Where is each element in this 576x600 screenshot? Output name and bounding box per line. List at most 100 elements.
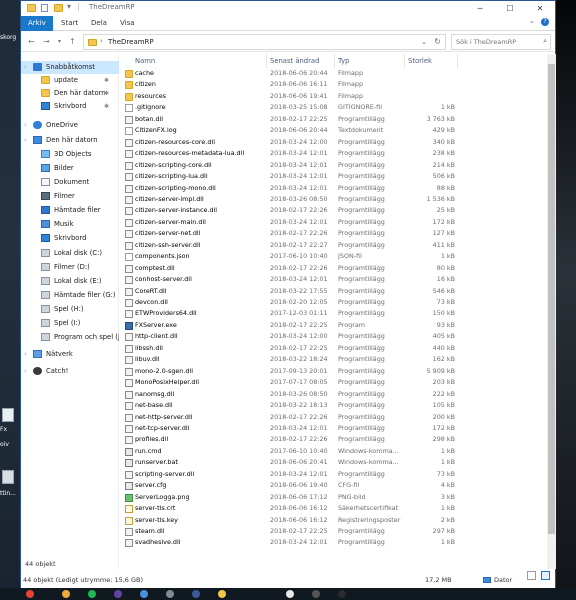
expand-chevron-icon[interactable]: › xyxy=(24,348,27,361)
table-row[interactable]: citizen-resources-core.dll 2018-03-24 12:… xyxy=(121,137,547,148)
help-icon[interactable]: ? xyxy=(541,18,549,26)
nav-item[interactable]: Lokal disk (C:) xyxy=(21,247,119,260)
chrome-icon[interactable] xyxy=(26,590,34,598)
table-row[interactable]: citizen-server-instance.dll 2018-02-17 22… xyxy=(121,205,547,216)
search-input[interactable] xyxy=(452,35,540,49)
column-header-name[interactable]: Namn xyxy=(135,57,155,65)
nav-item[interactable]: Skrivbord xyxy=(21,232,119,245)
path-box[interactable]: › TheDreamRP ⌄ ↻ xyxy=(83,34,446,50)
column-header-date[interactable]: Senast ändrad xyxy=(270,57,319,65)
table-row[interactable]: server-tls.crt 2018-06-06 16:12 Säkerhetsc… xyxy=(121,503,547,514)
column-divider[interactable] xyxy=(334,54,335,68)
table-row[interactable]: conhost-server.dll 2018-03-24 12:01 Progra… xyxy=(121,274,547,285)
app-icon[interactable] xyxy=(192,590,200,598)
nav-item[interactable]: Filmer xyxy=(21,190,119,203)
refresh-icon[interactable]: ↻ xyxy=(434,37,441,46)
nav-item[interactable]: Hämtade filer xyxy=(21,204,119,217)
nav-item[interactable]: update ✱ xyxy=(21,74,119,87)
tab-visa[interactable]: Visa xyxy=(113,16,142,31)
title-bar[interactable]: ▾ | TheDreamRP ─ ☐ ✕ xyxy=(21,1,555,16)
recent-locations-chevron-icon[interactable]: ▾ xyxy=(58,36,61,48)
quick-access-chevron-icon[interactable]: ▾ xyxy=(67,2,71,11)
table-row[interactable]: CoreRT.dll 2018-03-22 17:55 Programtillägg… xyxy=(121,286,547,297)
table-row[interactable]: ETWProviders64.dll 2017-12-03 01:11 Progra… xyxy=(121,308,547,319)
details-view-icon[interactable] xyxy=(527,571,536,580)
table-row[interactable]: server.cfg 2018-06-06 19:40 CFG-fil 4 kB xyxy=(121,480,547,491)
address-dropdown-icon[interactable]: ⌄ xyxy=(421,38,427,46)
maximize-button[interactable]: ☐ xyxy=(495,1,525,16)
table-row[interactable]: citizen-ssh-server.dll 2018-02-17 22:27 Pr… xyxy=(121,240,547,251)
app-icon[interactable] xyxy=(62,590,70,598)
close-button[interactable]: ✕ xyxy=(525,1,555,16)
up-button[interactable]: ↑ xyxy=(69,36,76,48)
table-row[interactable]: ServerLogga.png 2018-06-06 17:12 PNG-bild 3… xyxy=(121,492,547,503)
table-row[interactable]: citizen 2018-06-06 16:11 Filmapp xyxy=(121,79,547,90)
spotify-icon[interactable] xyxy=(88,590,96,598)
table-row[interactable]: citizen-scripting-lua.dll 2018-03-24 12:0… xyxy=(121,171,547,182)
app-icon[interactable] xyxy=(140,590,148,598)
nav-item[interactable]: › Snabbåtkomst xyxy=(21,61,119,74)
large-icons-view-icon[interactable] xyxy=(541,571,550,580)
expand-chevron-icon[interactable]: › xyxy=(24,365,27,378)
desktop-shortcut-icon[interactable] xyxy=(2,470,14,484)
table-row[interactable]: net-base.dll 2018-03-22 18:13 Programtillä… xyxy=(121,400,547,411)
table-row[interactable]: profiles.dll 2018-02-17 22:26 Programtillä… xyxy=(121,434,547,445)
table-row[interactable]: .gitignore 2018-03-25 15:08 GITIGNORE-fil 1… xyxy=(121,102,547,113)
app-icon[interactable] xyxy=(338,590,346,598)
nav-item[interactable]: › OneDrive xyxy=(21,119,119,132)
column-divider[interactable] xyxy=(266,54,267,68)
nav-item[interactable]: › Den här datorn xyxy=(21,134,119,147)
pin-icon[interactable]: ✱ xyxy=(104,100,109,113)
column-header-size[interactable]: Storlek xyxy=(408,57,432,65)
table-row[interactable]: CitizenFX.log 2018-06-06 20:44 Textdokumen… xyxy=(121,125,547,136)
table-row[interactable]: net-tcp-server.dll 2018-03-24 12:01 Progra… xyxy=(121,423,547,434)
table-row[interactable]: FXServer.exe 2018-02-17 22:25 Program 93 kB xyxy=(121,320,547,331)
nav-item[interactable]: Bilder xyxy=(21,162,119,175)
table-row[interactable]: devcon.dll 2018-02-20 12:05 Programtillägg… xyxy=(121,297,547,308)
table-row[interactable]: citizen-scripting-core.dll 2018-03-24 12:… xyxy=(121,160,547,171)
table-row[interactable]: MonoPosixHelper.dll 2017-07-17 08:05 Progr… xyxy=(121,377,547,388)
table-row[interactable]: citizen-scripting-mono.dll 2018-03-24 12:… xyxy=(121,183,547,194)
expand-chevron-icon[interactable]: › xyxy=(24,119,27,132)
column-header-type[interactable]: Typ xyxy=(338,57,349,65)
app-icon[interactable] xyxy=(114,590,122,598)
pin-icon[interactable]: ✱ xyxy=(104,74,109,87)
nav-item[interactable]: Musik xyxy=(21,218,119,231)
table-row[interactable]: libuv.dll 2018-03-22 18:24 Programtillägg 1… xyxy=(121,354,547,365)
tab-dela[interactable]: Dela xyxy=(84,16,114,31)
nav-item[interactable]: 3D Objects xyxy=(21,148,119,161)
minimize-button[interactable]: ─ xyxy=(465,1,495,16)
table-row[interactable]: comptest.dll 2018-02-17 22:26 Programtillä… xyxy=(121,263,547,274)
app-icon[interactable] xyxy=(166,590,174,598)
table-row[interactable]: botan.dll 2018-02-17 22:25 Programtillägg 3… xyxy=(121,114,547,125)
table-row[interactable]: run.cmd 2017-06-10 10:40 Windows-komma... 1… xyxy=(121,446,547,457)
table-row[interactable]: steam.dll 2018-02-17 22:25 Programtillägg 2… xyxy=(121,526,547,537)
scrollbar-thumb[interactable] xyxy=(548,64,555,534)
nav-item[interactable]: › Nätverk xyxy=(21,348,119,361)
search-icon[interactable]: ⌕ xyxy=(543,37,547,46)
table-row[interactable]: components.json 2017-06-10 10:40 JSON-fil 1… xyxy=(121,251,547,262)
table-row[interactable]: libssh.dll 2018-02-17 22:25 Programtillägg… xyxy=(121,343,547,354)
expand-ribbon-icon[interactable]: ⌄ xyxy=(529,17,535,25)
nav-item[interactable]: Spel (I:) xyxy=(21,317,119,330)
app-icon[interactable] xyxy=(286,590,294,598)
expand-chevron-icon[interactable]: › xyxy=(24,61,27,74)
nav-item[interactable]: Hämtade filer (G:) xyxy=(21,289,119,302)
back-button[interactable]: ← xyxy=(28,36,35,48)
nav-item[interactable]: Lokal disk (E:) xyxy=(21,275,119,288)
table-row[interactable]: citizen-server-impl.dll 2018-03-26 08:50 P… xyxy=(121,194,547,205)
nav-item[interactable]: Den här datorn ✱ xyxy=(21,87,119,100)
app-icon[interactable] xyxy=(312,590,320,598)
table-row[interactable]: nanomsg.dll 2018-03-26 08:50 Programtilläg… xyxy=(121,389,547,400)
expand-chevron-icon[interactable]: › xyxy=(24,134,27,147)
nav-item[interactable]: Skrivbord ✱ xyxy=(21,100,119,113)
table-row[interactable]: citizen-server-net.dll 2018-02-17 22:26 Pr… xyxy=(121,228,547,239)
forward-button[interactable]: → xyxy=(43,36,50,48)
table-row[interactable]: scripting-server.dll 2018-03-24 12:01 Prog… xyxy=(121,469,547,480)
new-folder-icon[interactable] xyxy=(54,4,63,12)
column-divider[interactable] xyxy=(404,54,405,68)
nav-item[interactable]: Spel (H:) xyxy=(21,303,119,316)
table-row[interactable]: citizen-server-main.dll 2018-03-24 12:01 P… xyxy=(121,217,547,228)
table-row[interactable]: resources 2018-06-06 19:41 Filmapp xyxy=(121,91,547,102)
nav-item[interactable]: Dokument xyxy=(21,176,119,189)
